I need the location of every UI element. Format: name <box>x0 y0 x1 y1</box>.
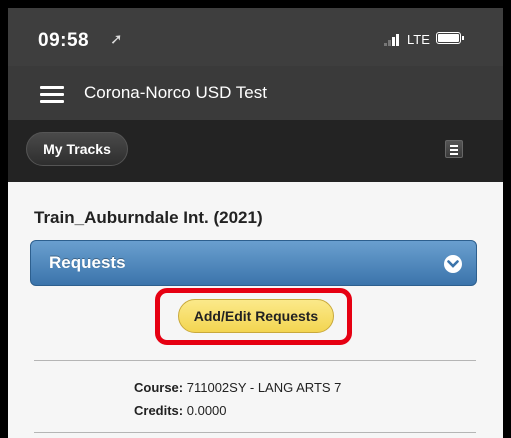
battery-cap <box>462 36 464 40</box>
app-title: Corona-Norco USD Test <box>84 83 267 102</box>
status-bar: 09:58 ➚ LTE <box>8 8 503 66</box>
credits-line: Credits: 0.0000 <box>134 403 227 418</box>
credits-value: 0.0000 <box>186 403 227 418</box>
status-time: 09:58 <box>38 30 90 51</box>
main-content: Train_Auburndale Int. (2021) Requests Ad… <box>8 182 503 438</box>
app-header: Corona-Norco USD Test <box>8 66 503 120</box>
list-menu-icon[interactable] <box>445 140 463 158</box>
chevron-down-icon[interactable] <box>444 255 462 273</box>
battery-icon <box>436 32 461 44</box>
signal-icon <box>384 34 402 46</box>
school-title: Train_Auburndale Int. (2021) <box>34 208 263 227</box>
divider-top <box>34 360 476 361</box>
divider-bottom <box>34 432 476 433</box>
requests-accordion-header[interactable]: Requests <box>30 240 477 286</box>
menu-icon[interactable] <box>40 86 64 104</box>
credits-label: Credits: <box>134 403 184 418</box>
course-value: 711002SY - LANG ARTS 7 <box>186 380 342 395</box>
my-tracks-button[interactable]: My Tracks <box>26 132 128 166</box>
network-label: LTE <box>407 32 430 47</box>
location-arrow-icon: ➚ <box>110 31 123 48</box>
phone-screen: 09:58 ➚ LTE Corona-Norco USD Test My Tra… <box>8 8 503 438</box>
course-line: Course: 711002SY - LANG ARTS 7 <box>134 380 341 395</box>
course-label: Course: <box>134 380 184 395</box>
requests-label: Requests <box>49 253 126 272</box>
add-edit-requests-button[interactable]: Add/Edit Requests <box>178 299 334 333</box>
toolbar: My Tracks <box>8 120 503 182</box>
